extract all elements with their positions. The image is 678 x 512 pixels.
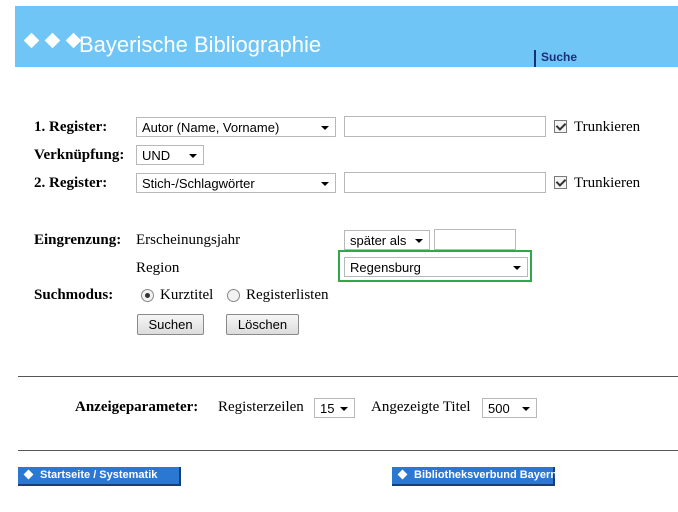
register2-select[interactable]: Stich-/Schlagwörter <box>136 173 336 193</box>
link-label: Verknüpfung: <box>34 147 125 163</box>
register2-input[interactable] <box>344 172 546 193</box>
titles-select[interactable]: 500 <box>482 398 537 418</box>
register1-truncate-checkbox[interactable] <box>554 120 567 133</box>
clear-button[interactable]: Löschen <box>226 314 299 335</box>
region-selected-value: Regensburg <box>350 260 421 275</box>
titles-selected-value: 500 <box>488 401 510 416</box>
diamond-icon <box>23 32 40 49</box>
link-selected-value: UND <box>142 148 171 163</box>
library-link-label: Bibliotheksverbund Bayern <box>414 469 558 481</box>
chevron-down-icon <box>321 182 329 186</box>
page-title: Bayerische Bibliographie <box>79 32 322 57</box>
register1-truncate-label: Trunkieren <box>574 119 641 135</box>
mode-option-kurztitel: Kurztitel <box>160 287 214 303</box>
nav-separator <box>534 50 536 67</box>
chevron-down-icon <box>522 407 530 411</box>
register1-select[interactable]: Autor (Name, Vorname) <box>136 117 336 137</box>
region-select[interactable]: Regensburg <box>344 257 528 277</box>
restriction-label: Eingrenzung: <box>34 232 122 248</box>
rows-selected-value: 15 <box>320 401 335 416</box>
titles-label: Angezeigte Titel <box>371 399 471 415</box>
nav-link-suche[interactable]: Suche <box>541 50 577 64</box>
divider-bottom <box>18 450 678 451</box>
region-label: Region <box>136 260 180 276</box>
header-banner: Bayerische Bibliographie Suche <box>15 6 678 67</box>
diamond-icon <box>23 469 34 480</box>
rows-label: Registerzeilen <box>218 399 304 415</box>
diamond-icon <box>397 469 408 480</box>
mode-radio-kurztitel[interactable] <box>141 289 154 302</box>
chevron-down-icon <box>340 407 348 411</box>
chevron-down-icon <box>513 266 521 270</box>
link-select[interactable]: UND <box>136 145 204 165</box>
home-link-label: Startseite / Systematik <box>40 469 158 481</box>
mode-label: Suchmodus: <box>34 287 114 303</box>
diamond-icon <box>44 32 61 49</box>
register1-label: 1. Register: <box>34 119 108 135</box>
library-link-button[interactable]: Bibliotheksverbund Bayern <box>392 467 558 486</box>
divider-top <box>18 376 678 377</box>
year-label: Erscheinungsjahr <box>136 232 241 248</box>
chevron-down-icon <box>321 126 329 130</box>
register1-input[interactable] <box>344 116 546 137</box>
mode-radio-registerlisten[interactable] <box>227 289 240 302</box>
year-operator-value: später als <box>350 233 407 248</box>
home-link-button[interactable]: Startseite / Systematik <box>18 467 181 486</box>
rows-select[interactable]: 15 <box>314 398 355 418</box>
chevron-down-icon <box>415 239 423 243</box>
register1-selected-value: Autor (Name, Vorname) <box>142 120 280 135</box>
display-label: Anzeigeparameter: <box>75 399 199 415</box>
register2-label: 2. Register: <box>34 175 108 191</box>
chevron-down-icon <box>189 154 197 158</box>
register2-truncate-checkbox[interactable] <box>554 176 567 189</box>
year-input[interactable] <box>434 229 516 250</box>
register2-selected-value: Stich-/Schlagwörter <box>142 176 255 191</box>
diamond-logo <box>23 30 82 54</box>
mode-option-registerlisten: Registerlisten <box>246 287 329 303</box>
year-operator-select[interactable]: später als <box>344 230 430 250</box>
search-button[interactable]: Suchen <box>137 314 204 335</box>
register2-truncate-label: Trunkieren <box>574 175 641 191</box>
